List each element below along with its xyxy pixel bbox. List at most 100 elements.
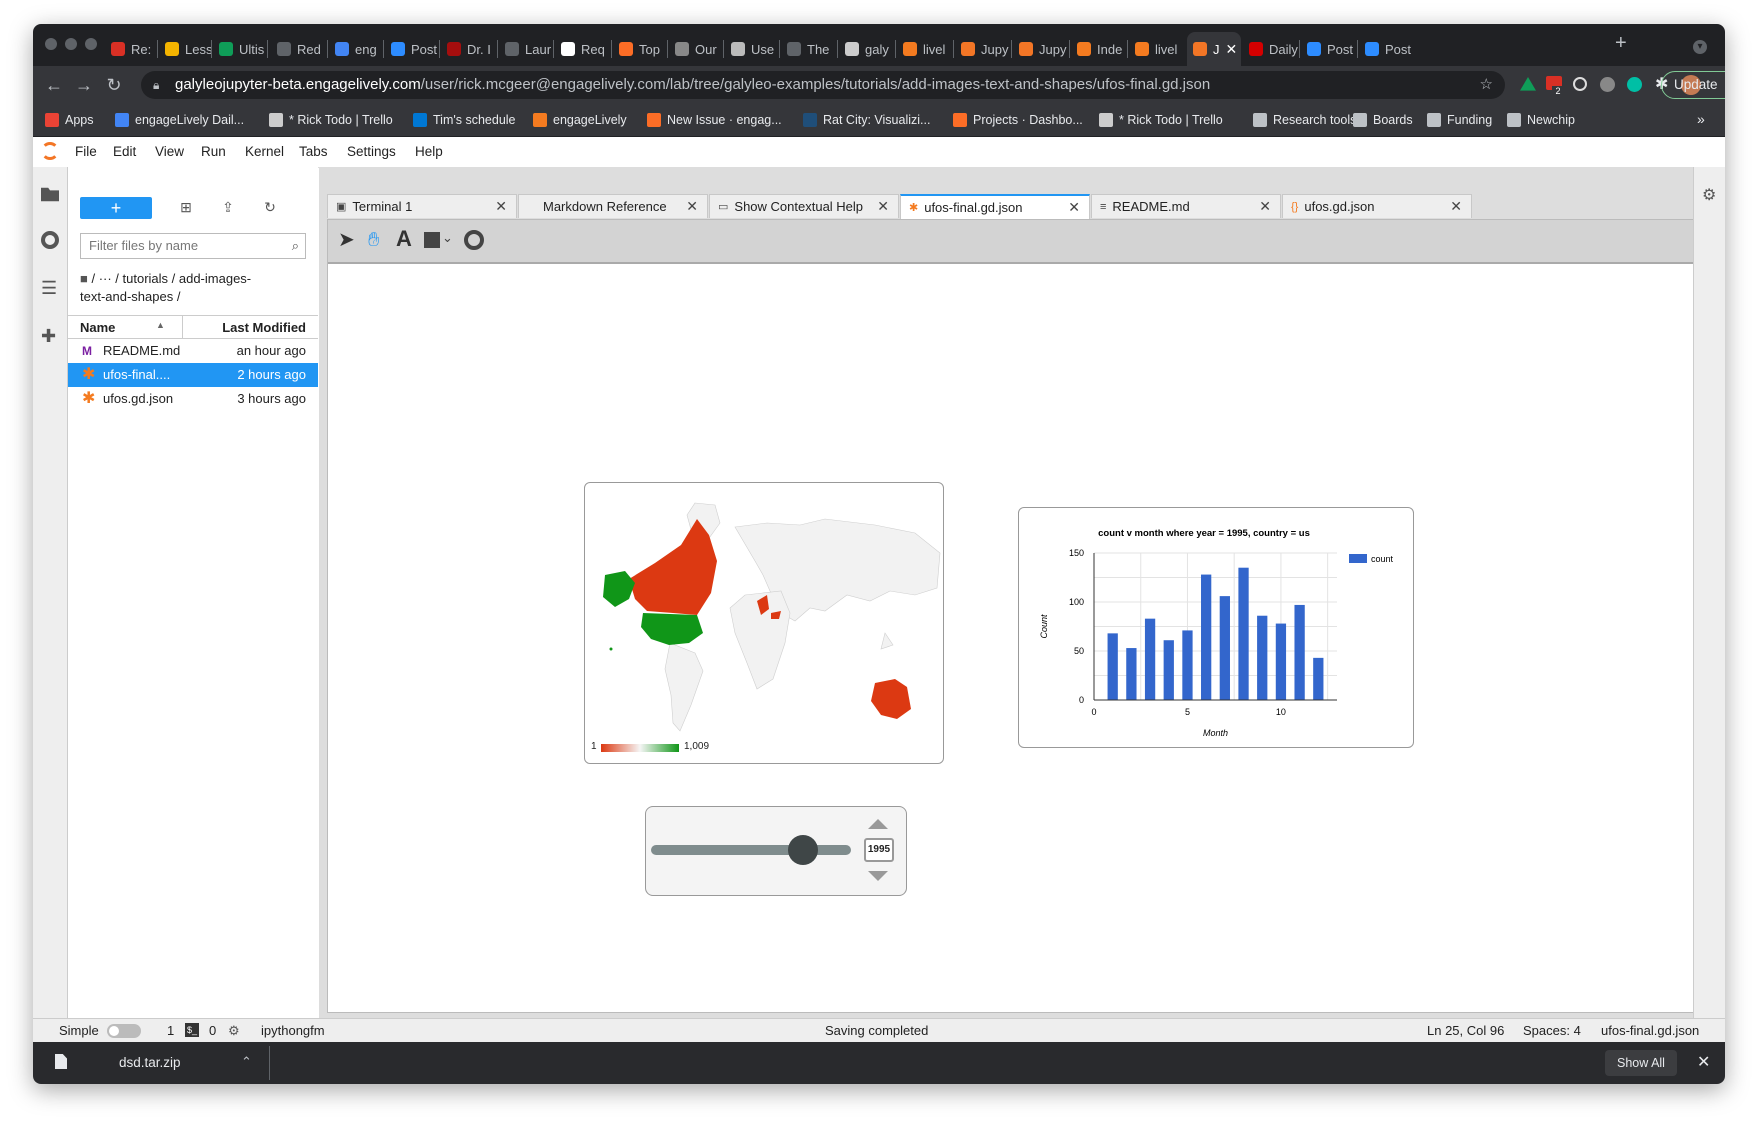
shape-tool-icon[interactable] [424,232,440,248]
new-tab-button[interactable]: + [1615,32,1627,55]
slider-handle[interactable] [788,835,818,865]
show-all-button[interactable]: Show All [1605,1050,1677,1076]
menu-run[interactable]: Run [201,144,226,159]
close-tab-icon[interactable]: ✕ [1450,198,1462,215]
bookmarks-more-icon[interactable]: » [1697,111,1705,127]
close-tab-icon[interactable]: ✕ [495,198,507,215]
browser-tab[interactable]: eng [329,32,383,66]
doc-tab[interactable]: Markdown Reference ✕ [518,194,708,218]
bookmark-item[interactable]: Tim's schedule [413,111,516,129]
close-tab-icon[interactable]: ✕ [1259,198,1271,215]
breadcrumb[interactable]: ■ / ··· / tutorials / add-images-text-an… [80,270,306,306]
column-last-modified[interactable]: Last Modified [222,320,306,335]
browser-tab[interactable]: Post [1359,32,1415,66]
slider-track[interactable] [651,845,851,855]
close-tab-icon[interactable]: ✕ [1226,41,1238,58]
bookmark-star-icon[interactable]: ☆ [1480,71,1493,99]
browser-tab[interactable]: Post [385,32,439,66]
bookmark-item[interactable]: Projects · Dashbo... [953,111,1083,129]
upload-icon[interactable]: ⇪ [218,197,238,217]
file-row[interactable]: ✱ ufos-final.... 2 hours ago [68,363,318,387]
menu-view[interactable]: View [155,144,184,159]
menu-kernel[interactable]: Kernel [245,144,284,159]
year-value-box[interactable]: 1995 [864,838,894,862]
chevron-down-icon[interactable]: ⌄ [442,230,453,246]
browser-tab[interactable]: Inde [1071,32,1127,66]
browser-tab[interactable]: Use [725,32,779,66]
kernel-name[interactable]: ipythongfm [261,1023,325,1038]
doc-tab[interactable]: {} ufos.gd.json ✕ [1282,194,1472,218]
chevron-up-icon[interactable]: ⌃ [241,1054,252,1070]
close-window-dot[interactable] [45,38,57,50]
minimize-window-dot[interactable] [65,38,77,50]
hand-tool-icon[interactable]: ✋︎ [368,230,379,250]
bar-chart-card[interactable]: count v month where year = 1995, country… [1018,507,1414,748]
bookmark-item[interactable]: Newchip [1507,111,1575,129]
indent-spaces[interactable]: Spaces: 4 [1523,1023,1581,1038]
increment-arrow-icon[interactable] [868,819,888,829]
menu-help[interactable]: Help [415,144,443,159]
record-extension-icon[interactable] [1573,77,1587,91]
menu-edit[interactable]: Edit [113,144,136,159]
decrement-arrow-icon[interactable] [868,871,888,881]
forward-icon[interactable]: → [73,74,95,96]
refresh-icon[interactable]: ↻ [260,197,280,217]
bookmark-item[interactable]: Apps [45,111,94,129]
address-bar[interactable]: 🔒︎ galyleojupyter-beta.engagelively.com/… [141,71,1505,99]
browser-tab[interactable]: Red [271,32,327,66]
year-slider-card[interactable]: 1995 [645,806,907,896]
browser-tab[interactable]: Top [613,32,667,66]
running-icon[interactable] [41,231,59,249]
browser-tab[interactable]: Re: [105,32,157,66]
new-folder-icon[interactable]: ⊞ [176,197,196,217]
folder-icon[interactable] [41,187,59,202]
bookmark-item[interactable]: * Rick Todo | Trello [1099,111,1223,129]
maximize-window-dot[interactable] [85,38,97,50]
cursor-position[interactable]: Ln 25, Col 96 [1427,1023,1504,1038]
doc-tab[interactable]: ✱ ufos-final.gd.json ✕ [900,194,1090,219]
bookmark-item[interactable]: Funding [1427,111,1492,129]
browser-tab[interactable]: Laur [499,32,553,66]
doc-tab[interactable]: ▣ Terminal 1 ✕ [327,194,517,218]
browser-tab[interactable]: Ultis [213,32,267,66]
bookmark-item[interactable]: Research tools [1253,111,1356,129]
browser-tab[interactable]: Jupy [955,32,1011,66]
close-downloads-icon[interactable]: ✕ [1697,1052,1710,1072]
bookmark-item[interactable]: engageLively Dail... [115,111,244,129]
browser-tab[interactable]: Post [1301,32,1357,66]
file-row[interactable]: M README.md an hour ago [68,339,318,363]
world-map-chart[interactable]: 1 1,009 [584,482,944,764]
close-tab-icon[interactable]: ✕ [1068,199,1080,216]
doc-tab[interactable]: ▭ Show Contextual Help ✕ [709,194,899,218]
tab-search-icon[interactable]: ▾ [1693,40,1707,54]
text-tool-icon[interactable]: A [396,228,412,250]
browser-tab[interactable]: The [781,32,837,66]
dashboard-canvas[interactable]: 1 1,009 count v month where year = 1995,… [328,264,1694,1012]
select-arrow-icon[interactable]: ➤ [338,230,355,250]
file-row[interactable]: ✱ ufos.gd.json 3 hours ago [68,387,318,411]
browser-tab[interactable]: livel [897,32,953,66]
property-inspector-gear-icon[interactable]: ⚙ [1702,185,1716,205]
filter-files-input[interactable]: Filter files by name ⌕ [80,233,306,259]
bookmark-item[interactable]: engageLively [533,111,627,129]
browser-tab[interactable]: Less [159,32,211,66]
browser-tab[interactable]: galy [839,32,895,66]
drive-extension-icon[interactable] [1520,77,1536,91]
close-tab-icon[interactable]: ✕ [686,198,698,215]
reload-icon[interactable]: ↻ [103,74,125,96]
browser-tab[interactable]: Daily [1243,32,1299,66]
help-lifebuoy-icon[interactable] [464,230,484,250]
menu-file[interactable]: File [75,144,97,159]
browser-tab[interactable]: livel [1129,32,1185,66]
menu-settings[interactable]: Settings [347,144,396,159]
extension-manager-icon[interactable]: ✚ [41,327,59,345]
bookmark-item[interactable]: Boards [1353,111,1413,129]
m-extension-icon[interactable] [1627,77,1642,92]
browser-tab[interactable]: Jupy [1013,32,1069,66]
update-button[interactable]: Update⋮ [1661,71,1725,99]
back-icon[interactable]: ← [43,74,65,96]
browser-tab[interactable]: Our [669,32,723,66]
bookmark-item[interactable]: * Rick Todo | Trello [269,111,393,129]
column-name[interactable]: Name [80,320,115,335]
bookmark-item[interactable]: New Issue · engag... [647,111,782,129]
